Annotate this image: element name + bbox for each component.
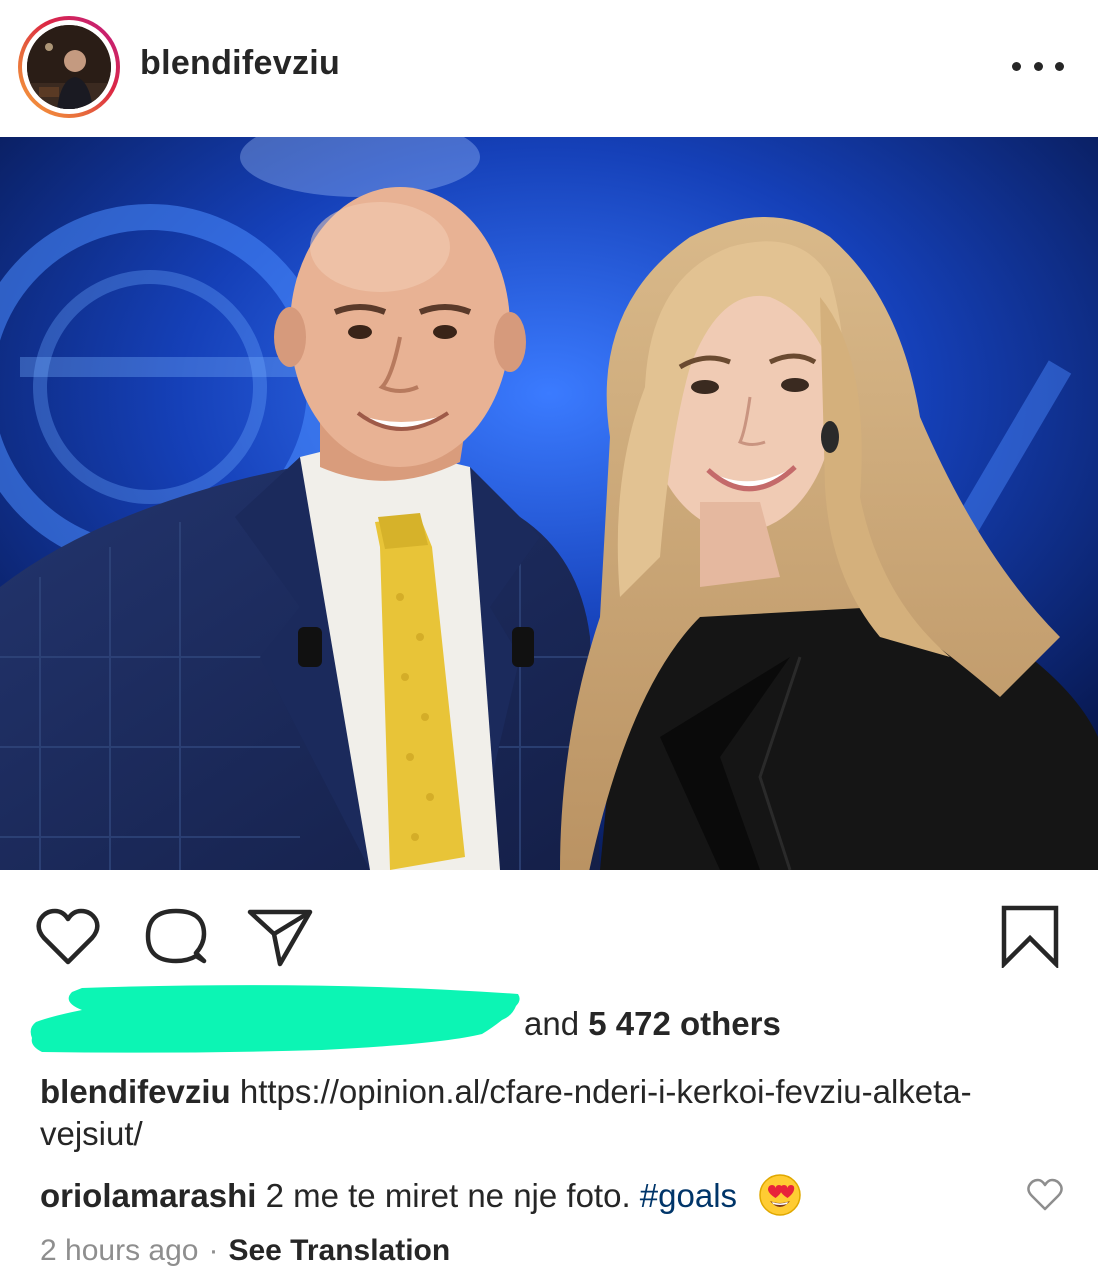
send-icon[interactable] — [246, 906, 314, 968]
story-ring[interactable] — [18, 16, 120, 118]
bookmark-icon[interactable] — [1000, 904, 1060, 968]
heart-eyes-emoji-icon — [759, 1174, 801, 1216]
likes-prefix: and — [524, 1005, 589, 1042]
comment-username[interactable]: oriolamarashi — [40, 1177, 256, 1214]
likes-row: and 5 472 others — [0, 980, 1098, 1060]
post-timestamp: 2 hours ago — [40, 1234, 199, 1267]
post-caption: blendifevziu https://opinion.al/cfare-nd… — [40, 1071, 1050, 1155]
comment-hashtag[interactable]: #goals — [640, 1177, 737, 1214]
likes-count[interactable]: and 5 472 others — [524, 1005, 781, 1043]
meta-separator: · — [208, 1234, 219, 1267]
comment-icon[interactable] — [144, 906, 208, 966]
comment-item: oriolamarashi 2 me te miret ne nje foto.… — [40, 1173, 1020, 1217]
heart-icon[interactable] — [36, 908, 100, 966]
post-username[interactable]: blendifevziu — [140, 44, 340, 83]
action-bar — [0, 870, 1098, 980]
caption-username[interactable]: blendifevziu — [40, 1073, 231, 1110]
avatar-photo — [27, 25, 111, 109]
more-options-icon[interactable] — [1012, 52, 1064, 80]
comment-like-heart-icon[interactable] — [1027, 1178, 1063, 1212]
avatar[interactable] — [27, 25, 111, 109]
likes-others[interactable]: 5 472 others — [588, 1005, 781, 1042]
redaction-mark — [30, 985, 520, 1053]
see-translation-link[interactable]: See Translation — [228, 1234, 450, 1267]
post-meta: 2 hours ago · See Translation — [40, 1231, 450, 1271]
comment-text: 2 me te miret ne nje foto. — [265, 1177, 631, 1214]
post-photo[interactable] — [0, 137, 1098, 870]
post-image — [0, 137, 1098, 870]
post-header: blendifevziu — [0, 0, 1098, 137]
